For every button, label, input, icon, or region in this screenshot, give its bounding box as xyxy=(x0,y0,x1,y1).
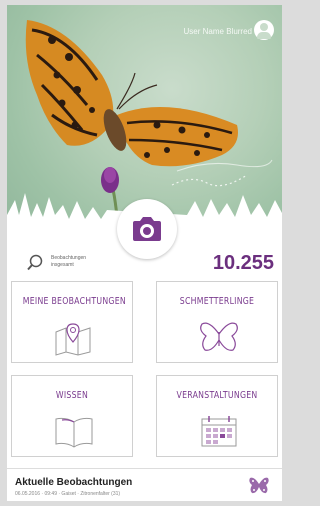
stat-value: 10.255 xyxy=(212,252,274,274)
tile-wissen[interactable]: WISSEN xyxy=(11,375,133,457)
tile-schmetterlinge[interactable]: SCHMETTERLINGE xyxy=(156,281,278,363)
app-screen: User Name Blurred Beobachtungen insgesam… xyxy=(7,5,282,501)
tile-label: MEINE BEOBACHTUNGEN xyxy=(22,296,126,307)
map-pin-icon xyxy=(55,323,91,356)
book-icon xyxy=(55,417,93,448)
butterfly-icon xyxy=(200,322,238,351)
recent-observations-title: Aktuelle Beobachtungen xyxy=(15,477,133,488)
magnifier-icon xyxy=(27,254,43,271)
recent-observations-bar[interactable]: Aktuelle Beobachtungen 06.05.2016 · 09:4… xyxy=(7,468,282,501)
stat-label: Beobachtungen insgesamt xyxy=(51,255,87,268)
recent-observations-subtitle: 06.05.2016 · 09:49 · Gaiset · Zitronenfa… xyxy=(15,491,121,497)
tile-label: VERANSTALTUNGEN xyxy=(176,390,258,401)
butterfly-pattern-icon xyxy=(249,477,269,494)
avatar-icon[interactable] xyxy=(254,20,274,40)
tile-label: WISSEN xyxy=(55,390,89,401)
camera-icon xyxy=(133,217,161,241)
tile-label: SCHMETTERLINGE xyxy=(179,296,255,307)
tile-veranstaltungen[interactable]: VERANSTALTUNGEN xyxy=(156,375,278,457)
calendar-icon xyxy=(201,416,237,447)
camera-button[interactable] xyxy=(117,199,177,259)
tile-meine-beobachtungen[interactable]: MEINE BEOBACHTUNGEN xyxy=(11,281,133,363)
username-label: User Name Blurred xyxy=(183,27,252,36)
